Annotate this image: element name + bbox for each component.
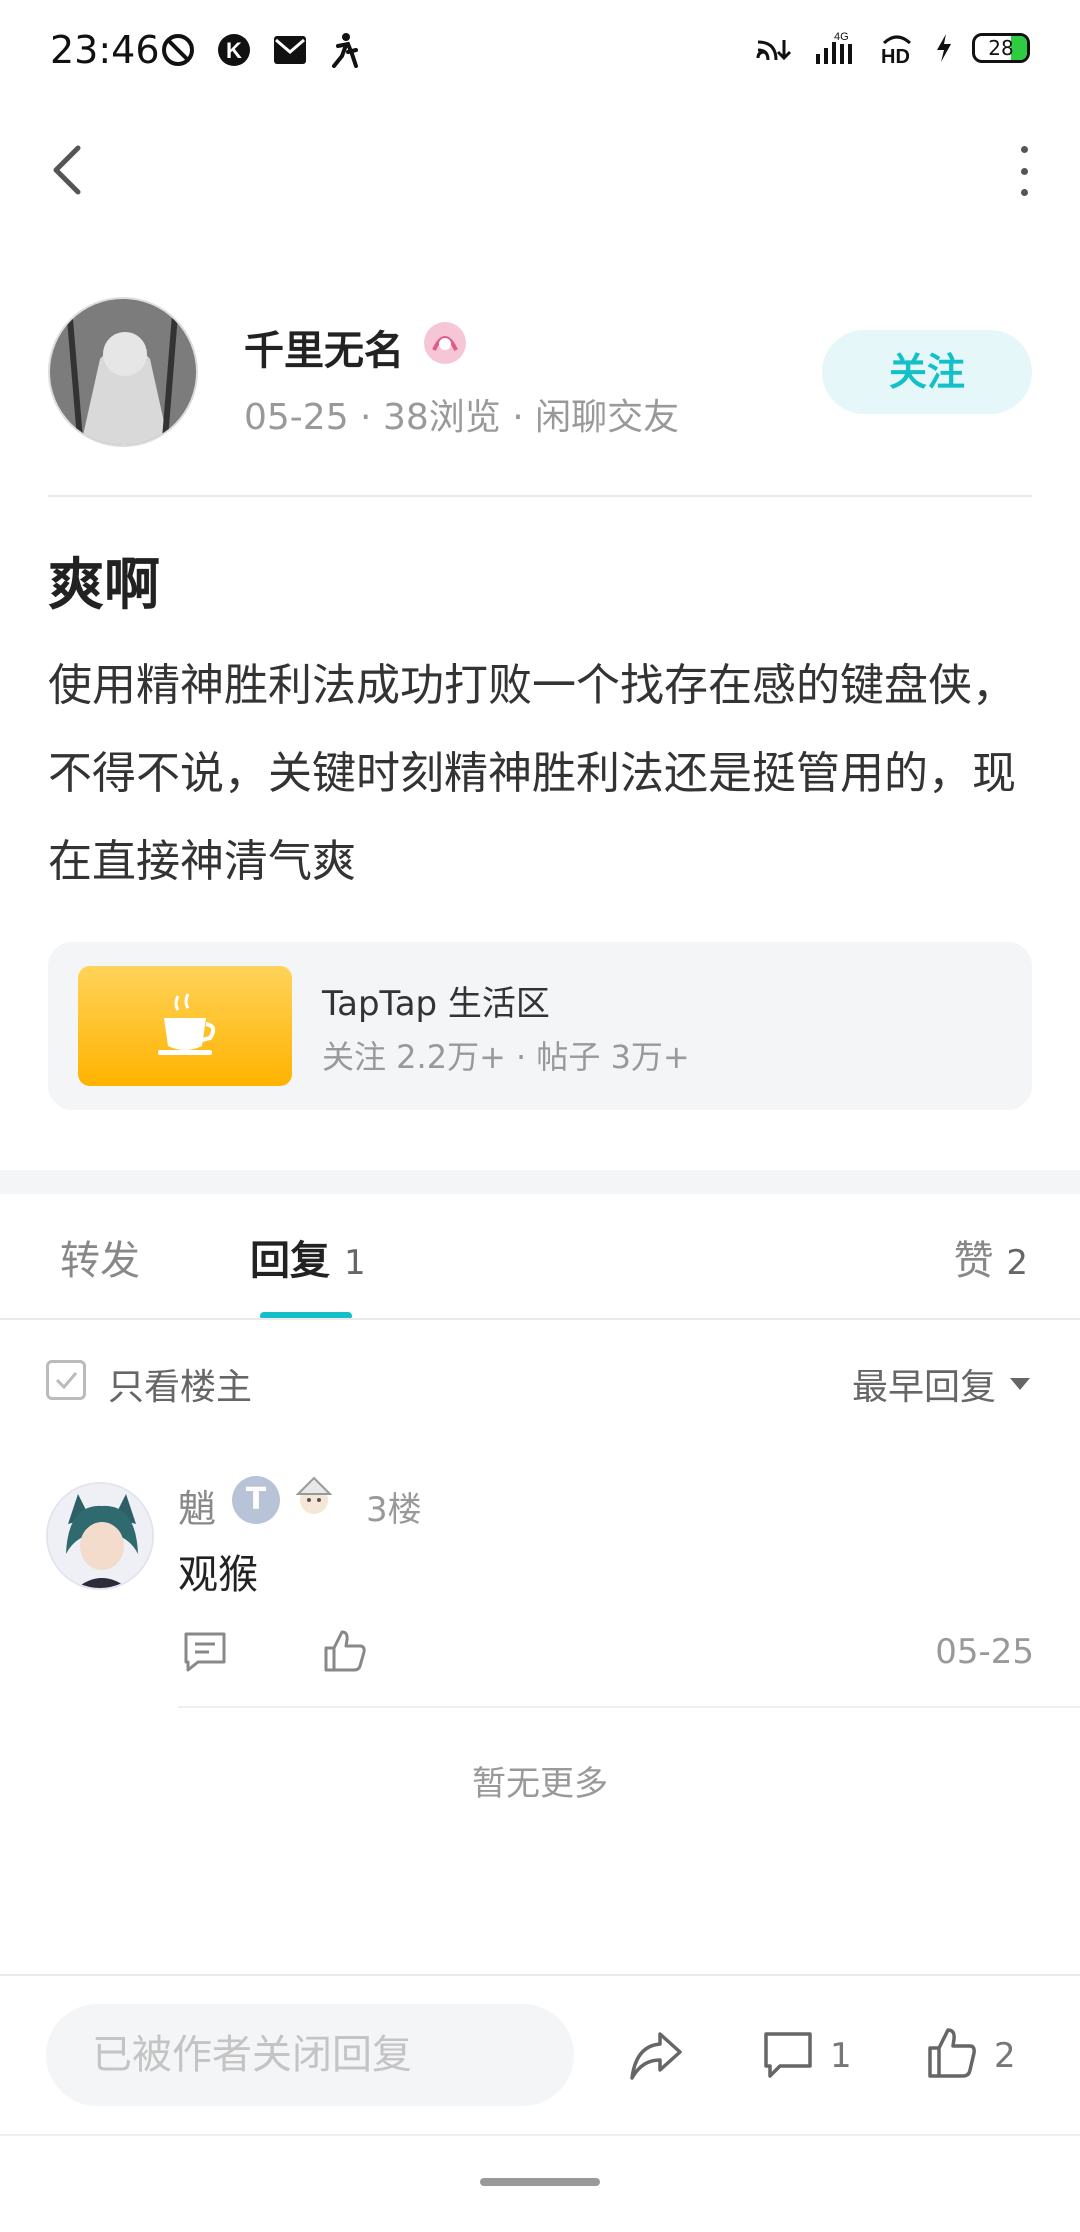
svg-text:K: K bbox=[226, 38, 242, 63]
character-badge-icon bbox=[295, 1476, 333, 1514]
follow-button[interactable]: 关注 bbox=[822, 330, 1032, 414]
mail-icon bbox=[274, 36, 306, 64]
sort-dropdown[interactable]: 最早回复 bbox=[852, 1358, 1030, 1410]
status-right-icons: 4G HD 28 bbox=[754, 30, 1030, 66]
svg-text:HD: HD bbox=[881, 46, 910, 65]
status-time: 23:46 bbox=[50, 28, 160, 72]
more-vertical-icon bbox=[1020, 146, 1028, 153]
sort-label: 最早回复 bbox=[851, 1367, 996, 1408]
do-not-disturb-icon bbox=[162, 34, 194, 66]
tab-reply-count: 1 bbox=[343, 1243, 366, 1283]
battery-indicator: 28 bbox=[972, 33, 1030, 63]
svg-text:4G: 4G bbox=[834, 31, 849, 43]
tab-repost[interactable]: 转发 bbox=[60, 1228, 140, 1286]
level-badge-icon: T bbox=[232, 1476, 280, 1524]
back-button[interactable] bbox=[42, 140, 92, 200]
reply-input[interactable]: 已被作者关闭回复 bbox=[46, 2004, 574, 2106]
share-icon[interactable] bbox=[628, 2030, 684, 2082]
k-app-icon: K bbox=[218, 34, 250, 66]
status-left-icons: K bbox=[160, 32, 360, 68]
status-bar: 23:46 K 4G HD 28 bbox=[0, 0, 1080, 110]
tab-like-count: 2 bbox=[1006, 1243, 1028, 1283]
signal-4g-icon: 4G bbox=[816, 31, 852, 64]
section-separator bbox=[0, 1170, 1080, 1194]
charging-icon bbox=[937, 34, 951, 62]
divider bbox=[178, 1706, 1080, 1708]
comment-floor: 3楼 bbox=[366, 1490, 422, 1530]
hd-icon: HD bbox=[881, 35, 912, 65]
tab-like[interactable]: 赞 2 bbox=[954, 1228, 1028, 1286]
like-icon[interactable] bbox=[926, 2026, 978, 2080]
divider bbox=[0, 2134, 1080, 2136]
home-indicator[interactable] bbox=[480, 2178, 600, 2186]
divider bbox=[0, 1974, 1080, 1976]
accessibility-icon bbox=[332, 33, 358, 68]
only-op-label[interactable]: 只看楼主 bbox=[108, 1358, 252, 1410]
comment-author-name[interactable]: 魈 bbox=[178, 1478, 216, 1533]
forum-name: TapTap 生活区 bbox=[322, 984, 550, 1024]
comment-avatar[interactable] bbox=[46, 1482, 154, 1590]
forum-stats: 关注 2.2万+ · 帖子 3万+ bbox=[322, 1038, 690, 1076]
divider bbox=[48, 495, 1032, 497]
checkmark-icon bbox=[55, 1372, 78, 1390]
post-title: 爽啊 bbox=[48, 553, 160, 618]
divider bbox=[0, 1318, 1080, 1320]
author-avatar[interactable] bbox=[48, 297, 198, 447]
comment-text: 观猴 bbox=[178, 1552, 258, 1598]
forum-icon bbox=[78, 966, 292, 1086]
post-body: 使用精神胜利法成功打败一个找存在感的键盘侠，不得不说，关键时刻精神胜利法还是挺管… bbox=[48, 660, 1016, 887]
thumbs-up-icon[interactable] bbox=[322, 1628, 368, 1674]
coffee-cup-icon bbox=[158, 993, 216, 1055]
only-op-checkbox[interactable] bbox=[46, 1360, 86, 1400]
tab-reply[interactable]: 回复 1 bbox=[250, 1228, 366, 1286]
caret-down-icon bbox=[1010, 1378, 1030, 1390]
comment-date: 05-25 bbox=[935, 1632, 1034, 1672]
forum-card[interactable]: TapTap 生活区 关注 2.2万+ · 帖子 3万+ bbox=[48, 942, 1032, 1110]
author-name[interactable]: 千里无名 bbox=[244, 318, 404, 376]
like-count: 2 bbox=[994, 2036, 1016, 2076]
comment-icon[interactable] bbox=[762, 2030, 814, 2080]
author-badge-icon bbox=[424, 322, 466, 364]
more-options-button[interactable] bbox=[1012, 146, 1036, 196]
reply-icon[interactable] bbox=[182, 1630, 228, 1674]
comment-count: 1 bbox=[830, 2036, 852, 2076]
author-meta: 05-25 · 38浏览 · 闲聊交友 bbox=[244, 397, 680, 438]
cast-icon bbox=[756, 40, 792, 61]
no-more-text: 暂无更多 bbox=[472, 1764, 608, 1804]
